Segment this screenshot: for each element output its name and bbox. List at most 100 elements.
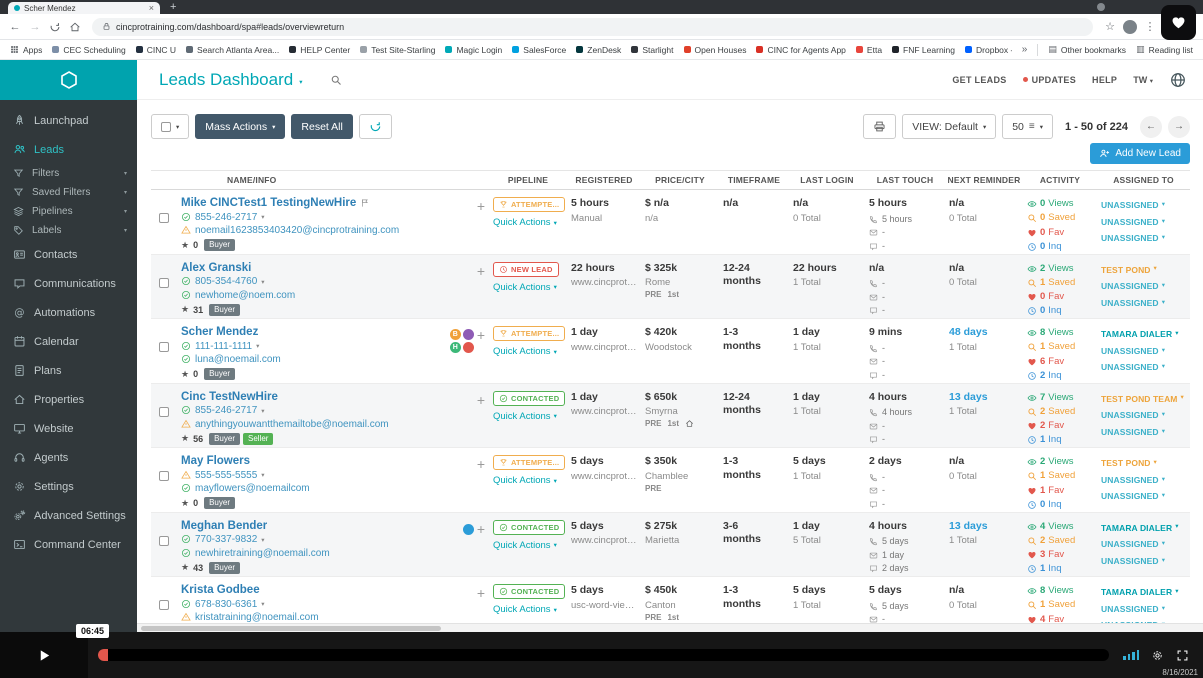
expand-plus-button[interactable]: + — [477, 522, 485, 536]
pipeline-status-badge[interactable]: ATTEMPTE... — [493, 326, 566, 341]
add-new-lead-button[interactable]: Add New Lead — [1090, 143, 1190, 164]
quick-actions-link[interactable]: Quick Actions ▾ — [493, 540, 557, 551]
new-tab-button[interactable]: + — [170, 1, 176, 14]
bookmark-item[interactable]: Dropbox - CINC Re... — [965, 45, 1012, 55]
activity-views[interactable]: 0 Views — [1027, 197, 1093, 211]
bookmark-item[interactable]: Test Site-Starling — [360, 45, 435, 55]
assigned-agent-select[interactable]: TAMARA DIALER ▾ — [1101, 326, 1186, 343]
col-header-last-touch[interactable]: LAST TOUCH — [865, 175, 945, 185]
forward-button[interactable]: → — [26, 21, 44, 33]
assigned-agent-select[interactable]: UNASSIGNED▾ — [1101, 601, 1186, 618]
activity-fav[interactable]: 1 Fav — [1027, 484, 1093, 498]
globe-button[interactable] — [1169, 71, 1187, 89]
col-header-assigned-to[interactable]: ASSIGNED TO — [1097, 175, 1190, 185]
quick-actions-link[interactable]: Quick Actions ▾ — [493, 346, 557, 357]
lead-name-link[interactable]: Krista Godbee — [181, 584, 260, 596]
select-all-checkbox[interactable] — [161, 121, 171, 132]
bookmark-item[interactable]: CINC for Agents App — [756, 45, 846, 55]
activity-saved[interactable]: 1 Saved — [1027, 340, 1093, 354]
sidebar-item-contacts[interactable]: Contacts — [0, 240, 137, 269]
sidebar-item-command-center[interactable]: Command Center — [0, 530, 137, 559]
address-input[interactable]: cincprotraining.com/dashboard/spa#leads/… — [92, 17, 1093, 36]
other-bookmarks-button[interactable]: ▤ Other bookmarks — [1048, 44, 1126, 55]
video-progress-bar[interactable] — [98, 649, 1109, 661]
expand-plus-button[interactable]: + — [477, 264, 485, 278]
bookmark-star-button[interactable]: ☆ — [1101, 20, 1119, 33]
bookmark-item[interactable]: CINC U — [135, 45, 176, 55]
col-header-registered[interactable]: REGISTERED — [567, 175, 641, 185]
table-row[interactable]: May Flowers 555-555-5555 ▾ mayflowers@noe… — [151, 448, 1190, 513]
refresh-button[interactable] — [358, 114, 392, 139]
row-checkbox[interactable] — [159, 342, 169, 352]
get-leads-link[interactable]: GET LEADS — [952, 75, 1006, 85]
pipeline-status-badge[interactable]: ATTEMPTE... — [493, 197, 566, 212]
mass-actions-button[interactable]: Mass Actions ▾ — [195, 114, 286, 139]
home-button[interactable] — [66, 20, 84, 32]
assigned-agent-select[interactable]: TEST POND ▾ — [1101, 262, 1186, 279]
assigned-agent-select[interactable]: UNASSIGNED▾ — [1101, 488, 1186, 505]
lead-name-link[interactable]: Alex Granski — [181, 262, 251, 274]
sidebar-item-pipelines[interactable]: Pipelines ▾ — [0, 202, 137, 221]
sidebar-item-advanced-settings[interactable]: Advanced Settings — [0, 501, 137, 530]
sidebar-item-communications[interactable]: Communications — [0, 269, 137, 298]
activity-views[interactable]: 2 Views — [1027, 262, 1093, 276]
activity-saved[interactable]: 0 Saved — [1027, 211, 1093, 225]
col-header-last-login[interactable]: LAST LOGIN — [789, 175, 865, 185]
assigned-agent-select[interactable]: UNASSIGNED▾ — [1101, 343, 1186, 360]
play-button[interactable] — [0, 632, 88, 678]
pipeline-status-badge[interactable]: ATTEMPTE... — [493, 455, 566, 470]
activity-fav[interactable]: 3 Fav — [1027, 548, 1093, 562]
menu-kebab-icon[interactable]: ⋮ — [1141, 20, 1159, 33]
activity-inq[interactable]: 0 Inq — [1027, 240, 1093, 254]
lead-phone[interactable]: 805-354-4760 ▾ — [181, 276, 445, 287]
quick-actions-link[interactable]: Quick Actions ▾ — [493, 217, 557, 228]
scrollbar-thumb[interactable] — [141, 626, 441, 631]
bookmark-item[interactable]: Starlight — [631, 45, 674, 55]
sidebar-item-website[interactable]: Website — [0, 414, 137, 443]
col-header-name-info[interactable]: NAME/INFO — [177, 175, 449, 185]
activity-inq[interactable]: 0 Inq — [1027, 498, 1093, 512]
assigned-agent-select[interactable]: UNASSIGNED▾ — [1101, 536, 1186, 553]
sidebar-item-agents[interactable]: Agents — [0, 443, 137, 472]
table-row[interactable]: Mike CINCTest1 TestingNewHire 855-246-27… — [151, 190, 1190, 255]
assigned-agent-select[interactable]: TEST POND ▾ — [1101, 455, 1186, 472]
lead-email[interactable]: newhome@noem.com — [181, 290, 445, 301]
col-header-activity[interactable]: ACTIVITY — [1023, 175, 1097, 185]
cinc-logo[interactable] — [0, 60, 137, 100]
activity-fav[interactable]: 0 Fav — [1027, 290, 1093, 304]
activity-views[interactable]: 2 Views — [1027, 455, 1093, 469]
activity-views[interactable]: 8 Views — [1027, 584, 1093, 598]
sidebar-item-saved-filters[interactable]: Saved Filters ▾ — [0, 183, 137, 202]
sidebar-item-filters[interactable]: Filters ▾ — [0, 164, 137, 183]
activity-inq[interactable]: 0 Inq — [1027, 304, 1093, 318]
reading-list-button[interactable]: ▥ Reading list — [1136, 44, 1193, 55]
tab-close-icon[interactable]: × — [149, 3, 154, 13]
quick-actions-link[interactable]: Quick Actions ▾ — [493, 411, 557, 422]
bookmark-item[interactable]: HELP Center — [289, 45, 350, 55]
assigned-agent-select[interactable]: UNASSIGNED▾ — [1101, 553, 1186, 570]
bookmark-item[interactable]: ZenDesk — [576, 45, 621, 55]
profile-avatar[interactable] — [1123, 19, 1137, 34]
updates-link[interactable]: UPDATES — [1022, 75, 1076, 85]
row-checkbox[interactable] — [159, 213, 169, 223]
row-checkbox[interactable] — [159, 406, 169, 417]
expand-plus-button[interactable]: + — [477, 393, 485, 407]
heart-extension-button[interactable] — [1161, 5, 1196, 40]
bookmark-item[interactable]: CEC Scheduling — [52, 45, 126, 55]
player-settings-gear-icon[interactable] — [1151, 649, 1164, 662]
view-selector[interactable]: VIEW: Default ▾ — [902, 114, 997, 139]
assigned-agent-select[interactable]: UNASSIGNED▾ — [1101, 424, 1186, 441]
apps-shortcut[interactable]: Apps — [10, 45, 42, 55]
activity-fav[interactable]: 6 Fav — [1027, 355, 1093, 369]
reload-button[interactable] — [46, 20, 64, 32]
row-checkbox[interactable] — [159, 277, 169, 288]
bookmark-item[interactable]: Magic Login — [445, 45, 502, 55]
activity-fav[interactable]: 0 Fav — [1027, 226, 1093, 240]
lead-name-link[interactable]: Cinc TestNewHire — [181, 391, 278, 403]
assigned-agent-select[interactable]: TAMARA DIALER ▾ — [1101, 520, 1186, 537]
volume-bars-icon[interactable] — [1123, 650, 1139, 660]
user-menu[interactable]: TW ▾ — [1133, 75, 1153, 85]
activity-views[interactable]: 8 Views — [1027, 326, 1093, 340]
reset-all-button[interactable]: Reset All — [291, 114, 353, 139]
lead-name-link[interactable]: Meghan Bender — [181, 520, 267, 532]
